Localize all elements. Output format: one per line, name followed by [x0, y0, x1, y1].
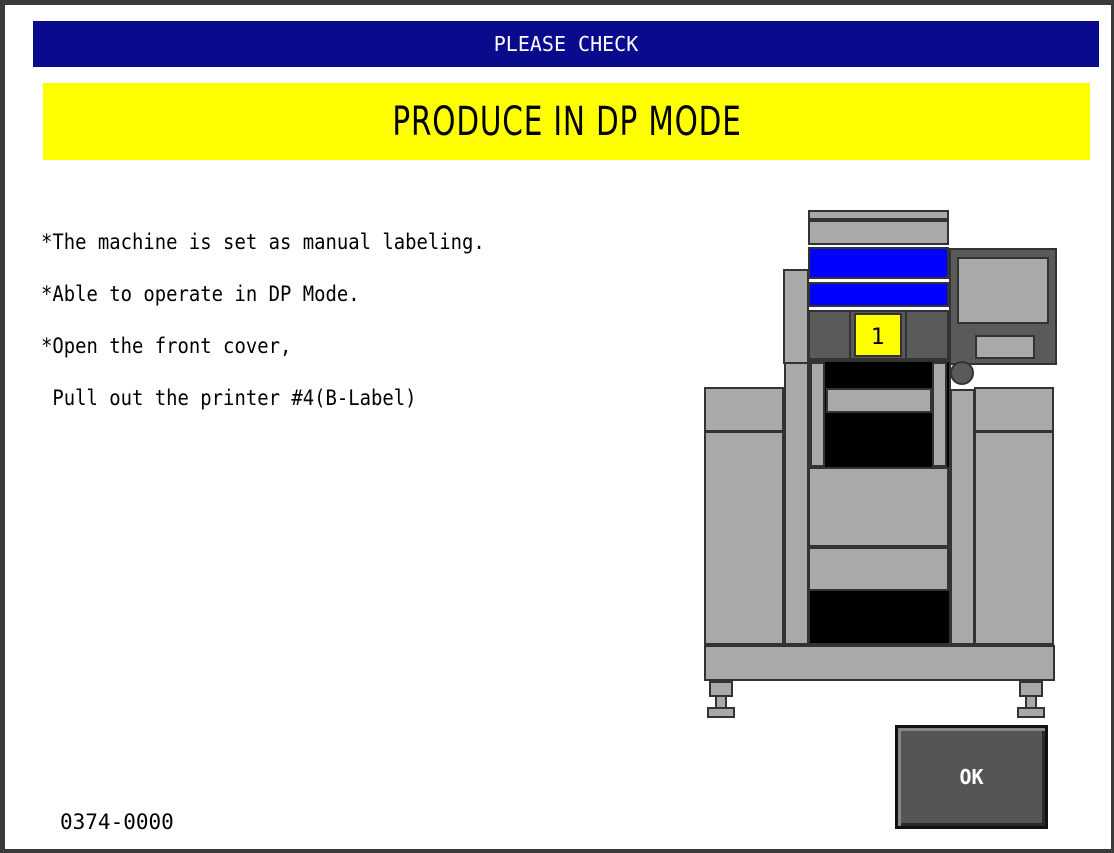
- machine-monitor-screen: [957, 257, 1049, 324]
- machine-blue-panel-1: [808, 247, 949, 279]
- status-code: 0374-0000: [60, 810, 174, 834]
- machine-knob-icon: [950, 361, 974, 385]
- machine-right-column: [950, 389, 975, 645]
- machine-monitor-base: [975, 335, 1035, 359]
- machine-center-block: [808, 467, 949, 547]
- machine-blue-panel-2: [808, 282, 949, 307]
- ok-button[interactable]: OK: [895, 725, 1048, 829]
- machine-foot-left: [709, 681, 733, 697]
- machine-inner-right-rail: [932, 362, 947, 467]
- machine-printer-tray: [826, 388, 932, 413]
- machine-lower-block: [808, 547, 949, 591]
- machine-right-shoulder: [974, 387, 1054, 432]
- machine-inner-left-rail: [810, 362, 825, 467]
- machine-foot-right: [1019, 681, 1043, 697]
- machine-base: [704, 645, 1055, 681]
- machine-top-cap: [808, 210, 949, 220]
- machine-left-body: [704, 431, 784, 645]
- machine-left-upper-column: [783, 269, 809, 364]
- machine-left-shoulder: [704, 387, 784, 432]
- machine-left-column: [784, 362, 809, 645]
- ok-button-label: OK: [959, 765, 984, 789]
- machine-top-panel: [808, 220, 949, 245]
- printer-number-label: 1: [871, 325, 885, 350]
- machine-right-body: [974, 431, 1054, 645]
